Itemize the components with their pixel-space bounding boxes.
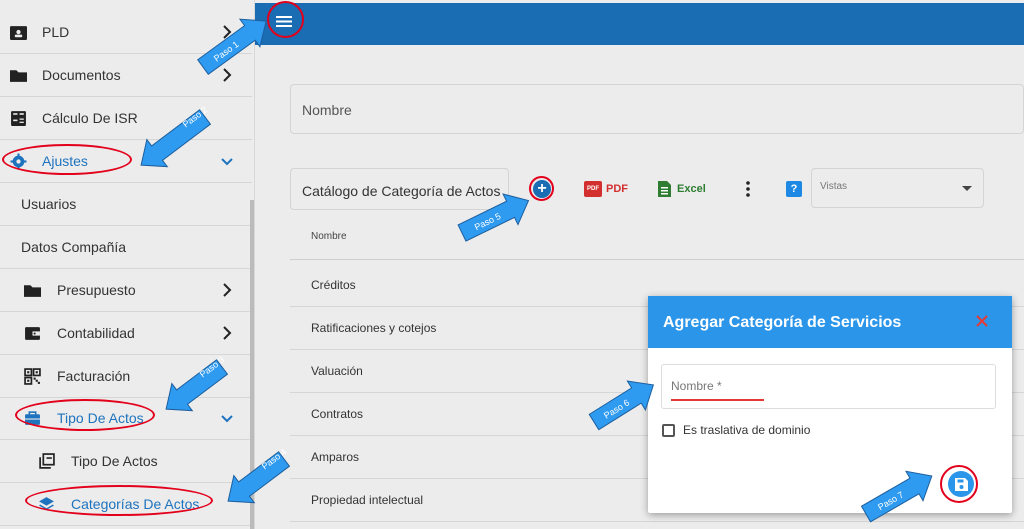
name-field[interactable]: Nombre *: [661, 364, 996, 409]
chevron-down-icon: [221, 415, 233, 423]
highlight-ring-categorias: [25, 485, 213, 516]
catalog-title: Catálogo de Categoría de Actos: [302, 183, 501, 199]
chevron-right-icon: [223, 68, 232, 82]
name-filter-field[interactable]: Nombre: [290, 84, 1024, 134]
checkbox-label: Es traslativa de dominio: [683, 423, 811, 437]
excel-file-icon: [658, 181, 671, 197]
sidebar-item-pld[interactable]: PLD: [0, 11, 252, 54]
chevron-right-icon: [223, 283, 232, 297]
views-placeholder: Vistas: [820, 181, 848, 192]
sidebar-item-label: Tipo De Actos: [71, 453, 158, 469]
sidebar-item-label: Cálculo De ISR: [42, 110, 138, 126]
sidebar-item-presupuesto[interactable]: Presupuesto: [0, 269, 252, 312]
table-cell: Ratificaciones y cotejos: [311, 321, 437, 335]
sidebar-item-calculo-isr[interactable]: Cálculo De ISR: [0, 97, 252, 140]
qr-code-icon: [24, 368, 41, 385]
catalog-title-box: Catálogo de Categoría de Actos: [290, 168, 509, 210]
sidebar-item-label: Documentos: [42, 67, 121, 83]
dialog-header: Agregar Categoría de Servicios: [648, 296, 1012, 348]
highlight-ring-tipo-actos: [15, 399, 155, 431]
sidebar-item-contabilidad[interactable]: Contabilidad: [0, 312, 252, 355]
wallet-icon: [25, 327, 40, 340]
chevron-down-icon: [221, 158, 233, 166]
field-error-underline: [671, 399, 764, 401]
sidebar-item-label: Usuarios: [21, 196, 77, 212]
library-icon: [39, 453, 55, 469]
sidebar: PLD Documentos Cálculo De ISR Ajustes Us…: [0, 0, 255, 529]
close-icon[interactable]: [974, 313, 990, 329]
sidebar-item-label: Contabilidad: [57, 325, 135, 341]
table-cell: Propiedad intelectual: [311, 493, 424, 507]
pdf-file-icon: PDF: [584, 181, 602, 197]
sidebar-item-usuarios[interactable]: Usuarios: [0, 183, 252, 226]
pdf-export-button[interactable]: PDF PDF: [584, 180, 628, 198]
table-cell: Contratos: [311, 407, 364, 421]
contact-folder-icon: [10, 26, 27, 40]
chevron-right-icon: [223, 25, 232, 39]
name-filter-label: Nombre: [302, 102, 352, 118]
folder-icon: [24, 285, 41, 297]
table-cell: Créditos: [311, 278, 356, 292]
highlight-ring-menu: [267, 1, 304, 38]
checkbox-box[interactable]: [662, 423, 675, 437]
chevron-right-icon: [223, 326, 232, 340]
calculator-icon: [11, 111, 26, 126]
table-header: Nombre: [290, 211, 1024, 260]
sidebar-item-label: Presupuesto: [57, 282, 136, 298]
views-select[interactable]: Vistas: [811, 168, 984, 208]
dropdown-arrow-icon: [962, 186, 972, 191]
highlight-ring-save: [940, 465, 978, 503]
sidebar-item-label: Datos Compañía: [21, 239, 127, 255]
sidebar-item-datos-compania[interactable]: Datos Compañía: [0, 226, 252, 269]
dialog-title: Agregar Categoría de Servicios: [663, 314, 902, 331]
help-button[interactable]: ?: [786, 181, 802, 197]
column-header-nombre: Nombre: [311, 231, 347, 242]
folder-icon: [10, 70, 27, 82]
sidebar-scrollbar[interactable]: [250, 200, 254, 529]
sidebar-item-label: Facturación: [57, 368, 131, 384]
sidebar-item-facturacion[interactable]: Facturación: [0, 355, 252, 398]
sidebar-item-label: PLD: [42, 24, 70, 40]
excel-label: Excel: [677, 183, 706, 195]
table-cell: Valuación: [311, 364, 363, 378]
sidebar-item-tipo-de-actos-sub[interactable]: Tipo De Actos: [0, 440, 252, 483]
highlight-ring-ajustes: [2, 144, 132, 175]
table-cell: Amparos: [311, 450, 360, 464]
top-app-bar: [255, 3, 1024, 45]
pdf-label: PDF: [606, 183, 628, 195]
transfer-domain-checkbox[interactable]: Es traslativa de dominio: [662, 423, 810, 437]
highlight-ring-add: [529, 176, 554, 201]
name-field-placeholder: Nombre *: [671, 379, 722, 393]
more-options-icon[interactable]: [744, 180, 752, 198]
sidebar-item-documentos[interactable]: Documentos: [0, 54, 252, 97]
excel-export-button[interactable]: Excel: [658, 180, 706, 198]
app-root: PLD Documentos Cálculo De ISR Ajustes Us…: [0, 0, 1024, 529]
